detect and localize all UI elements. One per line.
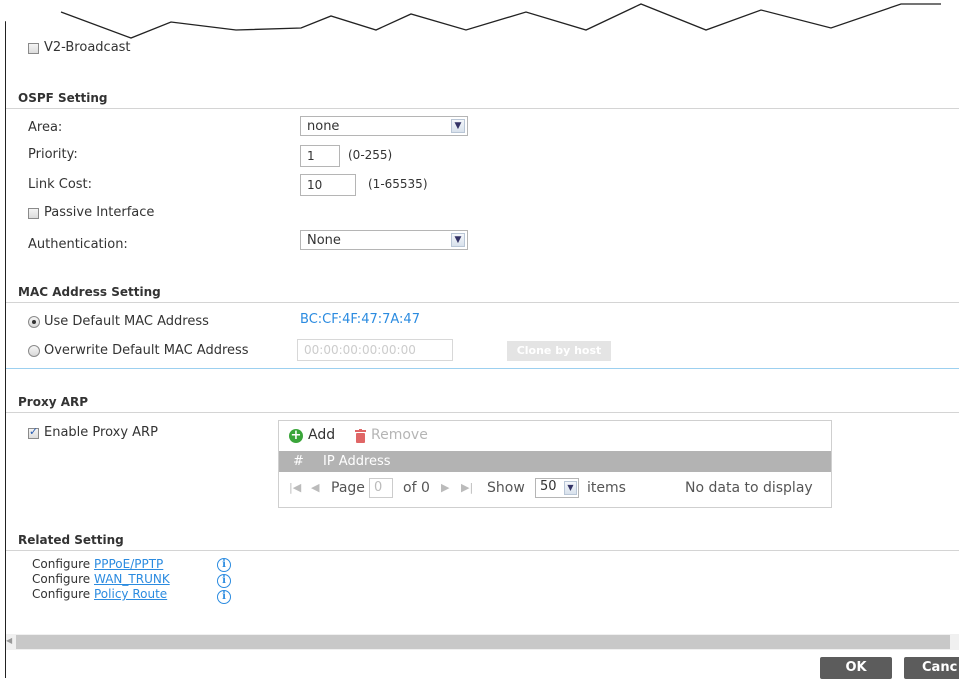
page-size-select[interactable]: 50 ▼: [535, 478, 579, 498]
v2-broadcast-label: V2-Broadcast: [44, 40, 131, 55]
column-header-ip-address[interactable]: IP Address: [323, 454, 391, 469]
priority-range: (0-255): [348, 148, 393, 162]
overwrite-mac-input[interactable]: 00:00:00:00:00:00: [297, 339, 453, 361]
page-size-value: 50: [540, 479, 557, 494]
ok-button[interactable]: OK: [820, 657, 892, 679]
area-select[interactable]: none ▼: [300, 116, 468, 136]
prev-page-icon[interactable]: ◀: [311, 481, 319, 494]
configure-label: Configure: [32, 572, 91, 586]
info-icon[interactable]: i: [217, 574, 231, 588]
column-header-number: #: [293, 454, 304, 469]
ospf-divider: [6, 108, 959, 109]
enable-proxy-arp-checkbox[interactable]: [28, 425, 39, 439]
pagination-bar: |◀ ◀ Page 0 of 0 ▶ ▶| Show 50 ▼ items No…: [279, 475, 831, 505]
passive-interface-label: Passive Interface: [44, 205, 155, 220]
horizontal-scrollbar[interactable]: ◀: [6, 634, 959, 650]
priority-label: Priority:: [28, 147, 78, 162]
show-label: Show: [487, 480, 525, 496]
related-row-pppoe: Configure PPPoE/PPTP: [32, 557, 163, 571]
ospf-section-title: OSPF Setting: [18, 91, 108, 105]
info-icon[interactable]: i: [217, 590, 231, 604]
authentication-select-value: None: [307, 233, 341, 248]
authentication-select[interactable]: None ▼: [300, 230, 468, 250]
configure-label: Configure: [32, 557, 91, 571]
mac-section-title: MAC Address Setting: [18, 285, 161, 299]
cancel-button[interactable]: Canc: [904, 657, 959, 679]
items-label: items: [587, 480, 626, 496]
pppoe-pptp-link[interactable]: PPPoE/PPTP: [94, 557, 163, 571]
overwrite-mac-label: Overwrite Default MAC Address: [44, 343, 249, 358]
overwrite-mac-radio[interactable]: [28, 345, 40, 357]
link-cost-label: Link Cost:: [28, 177, 93, 192]
configure-label: Configure: [32, 587, 91, 601]
page-label: Page: [331, 480, 365, 496]
area-select-value: none: [307, 119, 340, 134]
table-header: # IP Address: [279, 451, 831, 472]
clone-by-host-button[interactable]: Clone by host: [507, 341, 611, 361]
info-icon[interactable]: i: [217, 558, 231, 572]
enable-proxy-arp-label: Enable Proxy ARP: [44, 425, 158, 440]
first-page-icon[interactable]: |◀: [289, 481, 301, 494]
wan-trunk-link[interactable]: WAN_TRUNK: [94, 572, 170, 586]
torn-edge-decoration: [1, 0, 959, 39]
page-content: V2-Broadcast OSPF Setting Area: none ▼ P…: [1, 0, 959, 679]
trash-icon: [355, 429, 366, 443]
related-section-title: Related Setting: [18, 533, 124, 547]
related-divider: [6, 550, 959, 551]
proxy-arp-divider: [6, 412, 959, 413]
default-mac-value: BC:CF:4F:47:7A:47: [300, 312, 420, 327]
add-label: Add: [308, 427, 336, 443]
related-row-wan-trunk: Configure WAN_TRUNK: [32, 572, 170, 586]
remove-label: Remove: [371, 427, 428, 443]
authentication-label: Authentication:: [28, 237, 128, 252]
link-cost-range: (1-65535): [368, 177, 428, 191]
chevron-down-icon: ▼: [451, 233, 465, 247]
policy-route-link[interactable]: Policy Route: [94, 587, 167, 601]
related-row-policy-route: Configure Policy Route: [32, 587, 167, 601]
chevron-down-icon: ▼: [564, 481, 577, 495]
chevron-down-icon: ▼: [451, 119, 465, 133]
scrollbar-thumb[interactable]: [16, 635, 950, 649]
link-cost-input[interactable]: 10: [300, 174, 356, 196]
page-count-label: of 0: [403, 480, 430, 496]
use-default-mac-label: Use Default MAC Address: [44, 314, 209, 329]
blue-divider: [6, 368, 959, 369]
priority-input[interactable]: 1: [300, 145, 340, 167]
passive-interface-checkbox[interactable]: [28, 208, 39, 219]
no-data-message: No data to display: [685, 480, 813, 496]
proxy-arp-section-title: Proxy ARP: [18, 395, 89, 409]
area-label: Area:: [28, 120, 63, 135]
use-default-mac-radio[interactable]: [28, 316, 40, 328]
add-icon: +: [289, 428, 303, 443]
mac-divider: [6, 302, 959, 303]
v2-broadcast-checkbox[interactable]: [28, 43, 39, 54]
proxy-arp-table: + Add Remove # IP Address |◀ ◀ Page 0 of…: [278, 420, 832, 508]
scroll-left-icon[interactable]: ◀: [6, 636, 12, 645]
last-page-icon[interactable]: ▶|: [461, 481, 473, 494]
page-input[interactable]: 0: [369, 478, 393, 498]
next-page-icon[interactable]: ▶: [441, 481, 449, 494]
